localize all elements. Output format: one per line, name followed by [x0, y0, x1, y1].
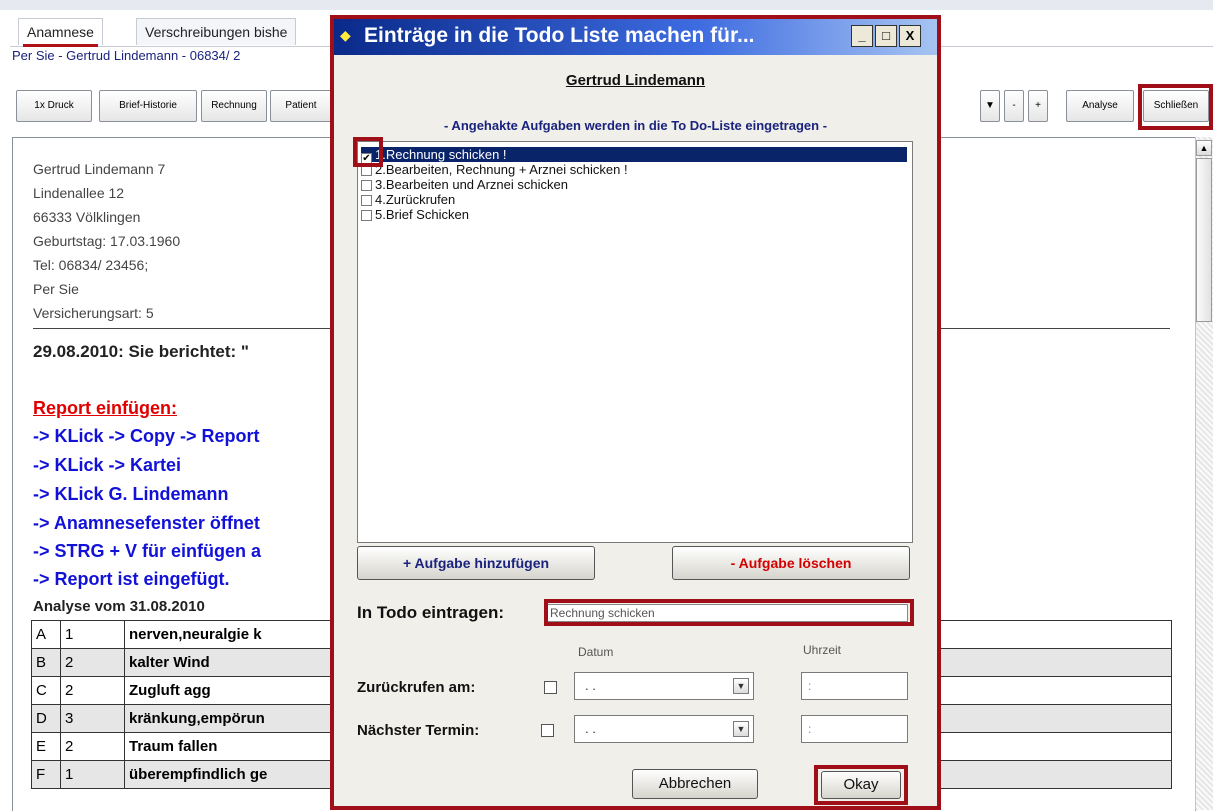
- address-city: 66333 Völklingen: [33, 209, 141, 225]
- todo-label: In Todo eintragen:: [357, 603, 505, 622]
- zoom-out-button[interactable]: -: [1004, 90, 1024, 122]
- add-task-button[interactable]: + Aufgabe hinzufügen: [357, 546, 595, 580]
- report-step: -> STRG + V für einfügen a: [33, 541, 262, 561]
- address-street: Lindenallee 12: [33, 185, 125, 201]
- chevron-down-icon[interactable]: ▼: [733, 678, 749, 694]
- analysis-title: Analyse vom 31.08.2010: [33, 598, 205, 615]
- address-salutation: Per Sie: [33, 281, 79, 297]
- task-label: 1.Rechnung schicken !: [375, 147, 511, 162]
- table-cell: 1: [60, 760, 125, 789]
- callback-time-input[interactable]: :: [801, 672, 908, 700]
- dialog-title: Einträge in die Todo Liste machen für...: [364, 24, 755, 47]
- scroll-up-button[interactable]: ▲: [1196, 140, 1212, 156]
- task-checkbox[interactable]: [361, 180, 372, 191]
- address-birthday: Geburtstag: 17.03.1960: [33, 233, 181, 249]
- report-step: -> Report ist eingefügt.: [33, 569, 230, 589]
- todo-dialog: ◆ Einträge in die Todo Liste machen für.…: [330, 15, 941, 810]
- table-cell: 2: [60, 732, 125, 761]
- zoom-dropdown[interactable]: ▼: [980, 90, 1000, 122]
- next-date-combo[interactable]: . . ▼: [574, 715, 754, 743]
- date-header: Datum: [578, 645, 614, 659]
- list-item[interactable]: 5.Brief Schicken: [361, 207, 907, 222]
- okay-button-highlight: [814, 765, 908, 805]
- cancel-button[interactable]: Abbrechen: [632, 769, 758, 799]
- table-cell: A: [31, 620, 61, 649]
- report-title: Report einfügen:: [33, 398, 177, 418]
- table-cell: E: [31, 732, 61, 761]
- close-button-highlight: [1138, 84, 1213, 130]
- app-icon: ◆: [340, 27, 351, 43]
- window-close-button[interactable]: X: [899, 25, 921, 47]
- address-insurance: Versicherungsart: 5: [33, 305, 154, 321]
- time-header: Uhrzeit: [803, 643, 842, 657]
- chevron-down-icon[interactable]: ▼: [733, 721, 749, 737]
- task-checkbox[interactable]: [361, 210, 372, 221]
- analyse-button[interactable]: Analyse: [1066, 90, 1134, 122]
- table-cell: F: [31, 760, 61, 789]
- window-top-strip: [0, 0, 1213, 10]
- task-checkbox[interactable]: [361, 195, 372, 206]
- date-value: . .: [585, 678, 596, 693]
- report-step: -> Anamnesefenster öffnet: [33, 513, 260, 533]
- print-button[interactable]: 1x Druck: [16, 90, 92, 122]
- table-cell: C: [31, 676, 61, 705]
- callback-date-combo[interactable]: . . ▼: [574, 672, 754, 700]
- task-label: 2.Bearbeiten, Rechnung + Arznei schicken…: [375, 162, 628, 177]
- patient-line: Per Sie - Gertrud Lindemann - 06834/ 2: [12, 48, 241, 63]
- tab-verschreibungen[interactable]: Verschreibungen bishe: [136, 18, 297, 45]
- callback-checkbox[interactable]: [544, 681, 557, 694]
- checkbox-highlight: [353, 137, 383, 167]
- minimize-button[interactable]: _: [851, 25, 873, 47]
- task-label: 5.Brief Schicken: [375, 207, 469, 222]
- entry-headline: 29.08.2010: Sie berichtet: ": [33, 342, 249, 361]
- task-list[interactable]: ✔ 1.Rechnung schicken ! 2.Bearbeiten, Rec…: [357, 141, 913, 543]
- zoom-in-button[interactable]: +: [1028, 90, 1048, 122]
- list-item[interactable]: 2.Bearbeiten, Rechnung + Arznei schicken…: [361, 162, 907, 177]
- date-value: . .: [585, 721, 596, 736]
- invoice-button[interactable]: Rechnung: [201, 90, 267, 122]
- report-step: -> KLick -> Kartei: [33, 455, 182, 475]
- patient-button[interactable]: Patient: [270, 90, 332, 122]
- list-item[interactable]: ✔ 1.Rechnung schicken !: [361, 147, 907, 164]
- list-item[interactable]: 4.Zurückrufen: [361, 192, 907, 207]
- next-appointment-label: Nächster Termin:: [357, 722, 480, 739]
- table-cell: D: [31, 704, 61, 733]
- address-name: Gertrud Lindemann 7: [33, 161, 166, 177]
- task-label: 4.Zurückrufen: [375, 192, 456, 207]
- todo-input-highlight: [544, 599, 914, 626]
- next-time-input[interactable]: :: [801, 715, 908, 743]
- task-hint: - Angehakte Aufgaben werden in die To Do…: [443, 118, 828, 133]
- report-step: -> KLick G. Lindemann: [33, 484, 229, 504]
- next-appointment-checkbox[interactable]: [541, 724, 554, 737]
- table-cell: B: [31, 648, 61, 677]
- tab-anamnese[interactable]: Anamnese: [18, 18, 103, 47]
- patient-name: Gertrud Lindemann: [565, 72, 706, 89]
- list-item[interactable]: 3.Bearbeiten und Arznei schicken: [361, 177, 907, 192]
- table-cell: 2: [60, 676, 125, 705]
- scrollbar-thumb[interactable]: [1196, 158, 1212, 322]
- chevron-down-icon: ▼: [985, 100, 995, 111]
- letter-history-button[interactable]: Brief-Historie: [99, 90, 197, 122]
- report-step: -> KLick -> Copy -> Report: [33, 426, 260, 446]
- address-phone: Tel: 06834/ 23456;: [33, 257, 149, 273]
- table-cell: 3: [60, 704, 125, 733]
- dialog-title-bar[interactable]: ◆ Einträge in die Todo Liste machen für.…: [334, 19, 937, 55]
- table-cell: 1: [60, 620, 125, 649]
- task-label: 3.Bearbeiten und Arznei schicken: [375, 177, 568, 192]
- delete-task-button[interactable]: - Aufgabe löschen: [672, 546, 910, 580]
- arrow-up-icon: ▲: [1199, 143, 1209, 153]
- callback-label: Zurückrufen am:: [357, 679, 476, 696]
- table-cell: 2: [60, 648, 125, 677]
- maximize-button[interactable]: □: [875, 25, 897, 47]
